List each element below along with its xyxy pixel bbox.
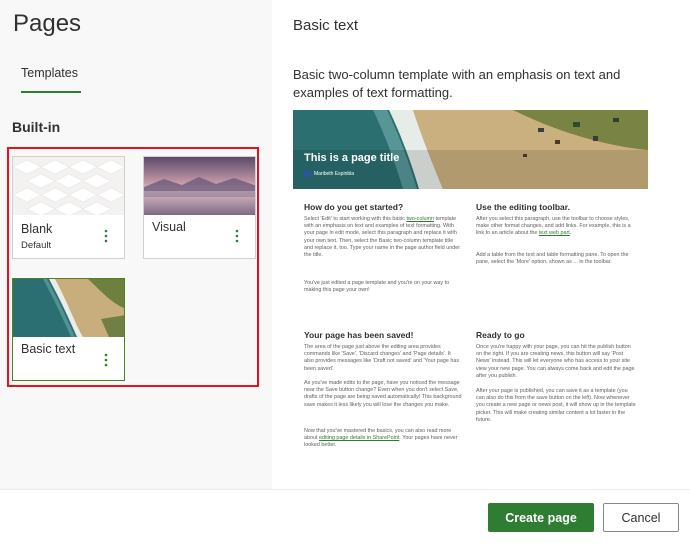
template-card-blank[interactable]: Blank Default	[12, 156, 125, 259]
template-name: Visual	[152, 220, 186, 234]
templates-panel: Pages Templates Built-in Blank Default V…	[0, 0, 272, 490]
page-title: Pages	[13, 10, 82, 37]
tab-selected-indicator	[21, 91, 81, 93]
more-options-icon[interactable]	[233, 229, 241, 243]
cancel-button[interactable]: Cancel	[603, 503, 679, 532]
preview-heading: Use the editing toolbar.	[476, 202, 570, 212]
template-description: Basic two-column template with an emphas…	[293, 67, 621, 100]
create-page-button[interactable]: Create page	[488, 503, 594, 532]
visual-thumbnail	[144, 157, 255, 215]
author-avatar	[304, 170, 311, 177]
preview-heading: Ready to go	[476, 330, 525, 340]
preview-heading: Your page has been saved!	[304, 330, 414, 340]
preview-link: text web part	[538, 230, 570, 237]
more-options-icon[interactable]	[102, 229, 110, 243]
template-card-basic-text[interactable]: Basic text	[12, 278, 125, 381]
template-card-visual[interactable]: Visual	[143, 156, 256, 259]
section-heading-built-in: Built-in	[12, 119, 61, 135]
template-subtitle: Default	[21, 240, 52, 251]
preview-paragraph: The area of the page just above the edit…	[304, 344, 460, 372]
preview-link: two-column	[406, 216, 434, 222]
preview-template-name: Basic text	[293, 17, 359, 34]
preview-paragraph: After your page is published, you can sa…	[476, 388, 636, 423]
hero-author: Maribeth Espinbla	[314, 171, 355, 177]
footer-divider	[0, 489, 690, 490]
preview-link: editing page details in SharePoint	[319, 435, 400, 442]
template-name: Basic text	[21, 342, 76, 356]
preview-paragraph: Now that you've mastered the basics, you…	[304, 428, 458, 449]
basic-text-thumbnail	[13, 279, 124, 337]
hero-title: This is a page title	[304, 152, 400, 164]
more-options-icon[interactable]	[102, 353, 110, 367]
template-name: Blank	[21, 222, 53, 236]
template-preview: This is a page title Maribeth Espinbla H…	[293, 110, 648, 470]
preview-paragraph: After you select this paragraph, use the…	[476, 216, 631, 237]
preview-paragraph: Once you're happy with your page, you ca…	[476, 344, 635, 379]
preview-paragraph: As you've made edits to the page, have y…	[304, 380, 462, 408]
preview-paragraph: Select 'Edit' to start working with this…	[304, 216, 461, 259]
preview-paragraph: Add a table from the text and table form…	[476, 252, 629, 266]
blank-thumbnail	[13, 157, 124, 215]
tab-templates[interactable]: Templates	[21, 66, 78, 80]
preview-heading: How do you get started?	[304, 202, 404, 212]
hero-image: This is a page title Maribeth Espinbla	[293, 110, 648, 189]
preview-paragraph: You've just edited a page template and y…	[304, 280, 450, 294]
